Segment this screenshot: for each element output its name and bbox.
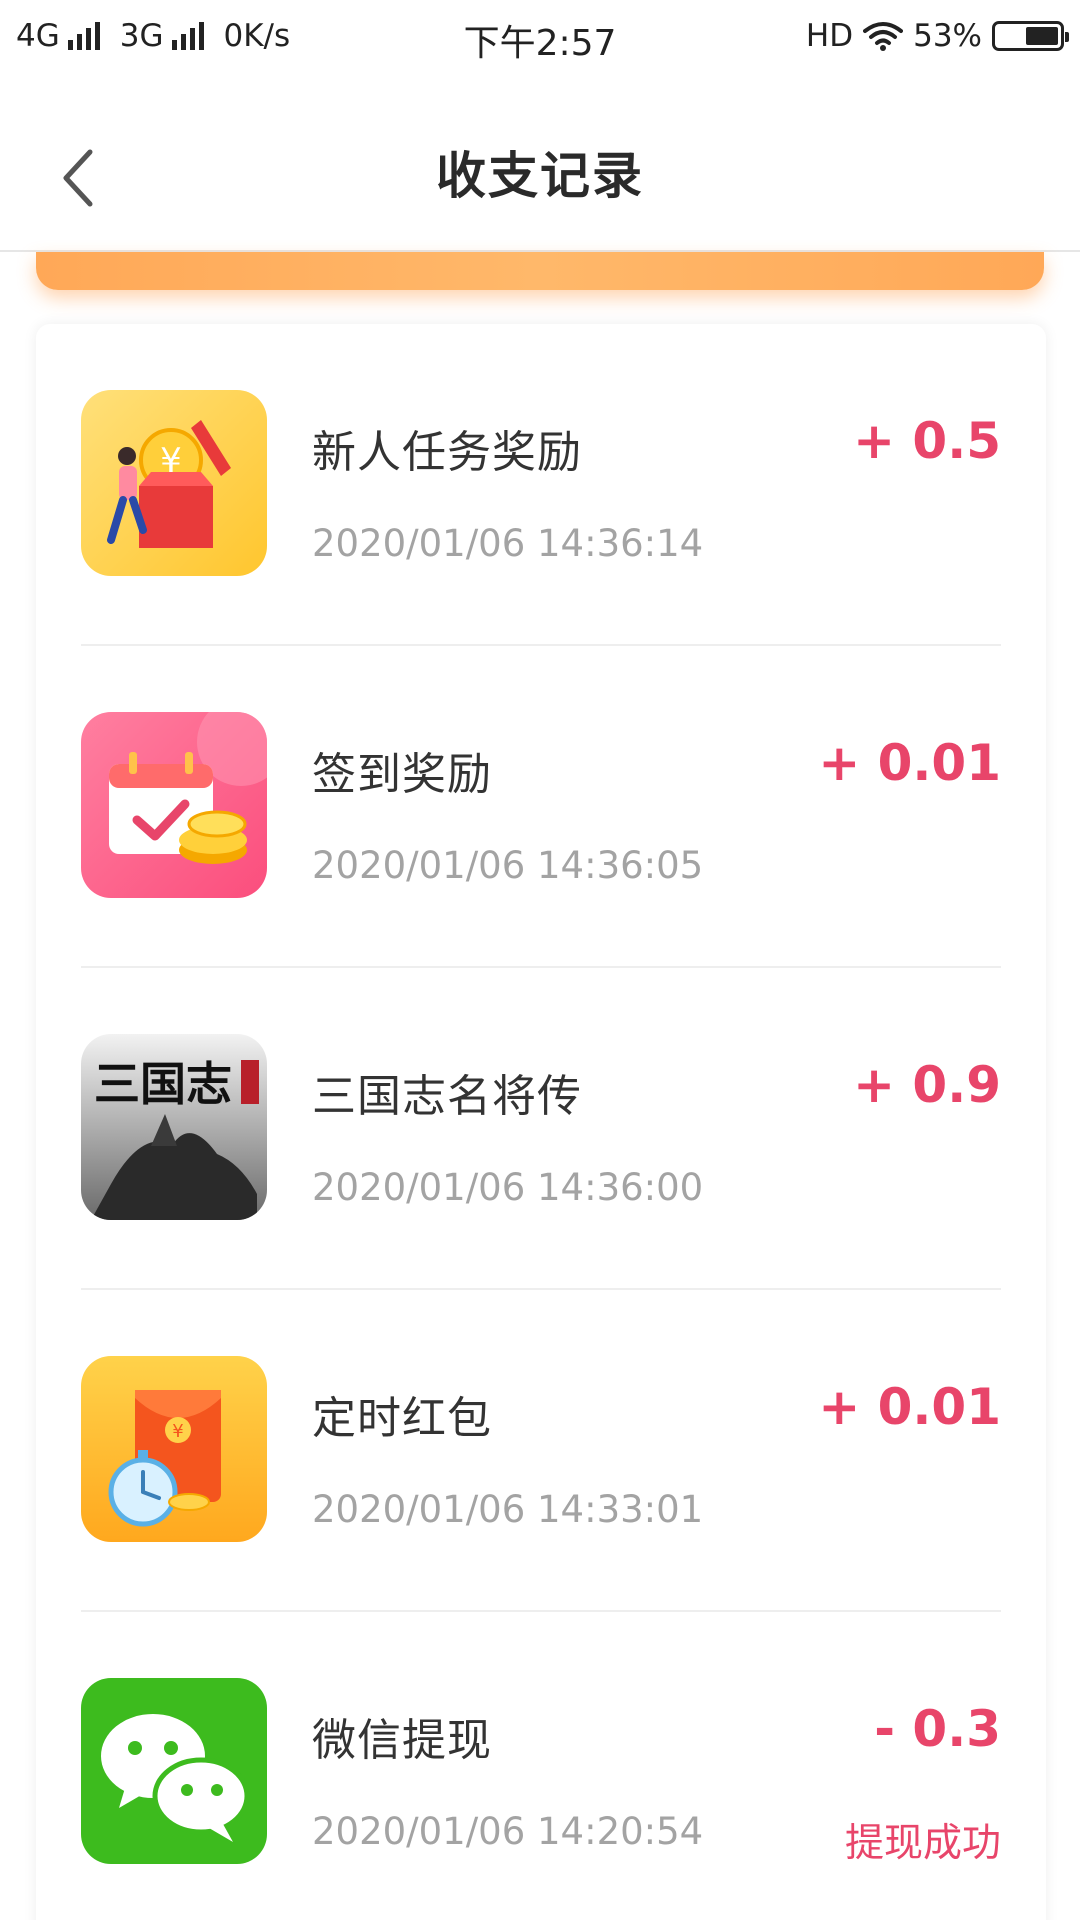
record-title: 三国志名将传 (312, 1071, 582, 1122)
record-row[interactable]: 签到奖励 2020/01/06 14:36:05 + 0.01 (36, 646, 1046, 968)
record-row[interactable]: ¥ 新人任务奖励 2020/01/06 14:36:14 + 0.5 (36, 324, 1046, 646)
record-amount: + 0.5 (853, 412, 1001, 470)
game-sanguozhi-icon: 三国志 (81, 1034, 267, 1220)
record-row[interactable]: ¥ 定时红包 2020/01/06 14:33:01 + 0.01 (36, 1290, 1046, 1612)
record-amount: + 0.9 (853, 1056, 1001, 1114)
calendar-checkin-icon (81, 712, 267, 898)
screen: 4G 3G 0K/s 下午2:57 HD 53% 收支记录 ¥ 新人任务奖励 2… (0, 0, 1080, 1920)
record-amount: + 0.01 (818, 734, 1001, 792)
page-title: 收支记录 (436, 147, 644, 205)
record-row[interactable]: 微信提现 2020/01/06 14:20:54 - 0.3 提现成功 (36, 1612, 1046, 1920)
record-status: 提现成功 (844, 1821, 1001, 1866)
game-icon-text: 三国志 (94, 1057, 232, 1111)
record-time: 2020/01/06 14:36:14 (312, 522, 704, 565)
orange-banner (36, 252, 1044, 290)
records-list: ¥ 新人任务奖励 2020/01/06 14:36:14 + 0.5 签到奖励 … (36, 324, 1046, 1920)
record-time: 2020/01/06 14:36:05 (312, 844, 704, 887)
record-time: 2020/01/06 14:20:54 (312, 1810, 704, 1853)
wechat-icon (81, 1678, 267, 1864)
record-title: 定时红包 (312, 1393, 492, 1444)
battery-fill (1026, 27, 1058, 45)
record-row[interactable]: 三国志 三国志名将传 2020/01/06 14:36:00 + 0.9 (36, 968, 1046, 1290)
record-title: 签到奖励 (312, 749, 492, 800)
record-title: 新人任务奖励 (312, 427, 582, 478)
battery-percent: 53% (913, 18, 982, 54)
nav-bar: 收支记录 (0, 76, 1080, 252)
record-time: 2020/01/06 14:36:00 (312, 1166, 704, 1209)
record-amount: + 0.01 (818, 1378, 1001, 1436)
record-time: 2020/01/06 14:33:01 (312, 1488, 704, 1531)
svg-text:¥: ¥ (172, 1421, 183, 1442)
battery-icon (992, 21, 1069, 51)
gift-box-icon: ¥ (81, 390, 267, 576)
hd-label: HD (805, 18, 854, 54)
status-bar: 4G 3G 0K/s 下午2:57 HD 53% (0, 0, 1080, 76)
status-right: HD 53% (805, 18, 1069, 54)
red-envelope-timer-icon: ¥ (81, 1356, 267, 1542)
wifi-icon (863, 22, 904, 51)
record-title: 微信提现 (312, 1715, 492, 1766)
record-amount: - 0.3 (874, 1700, 1001, 1758)
